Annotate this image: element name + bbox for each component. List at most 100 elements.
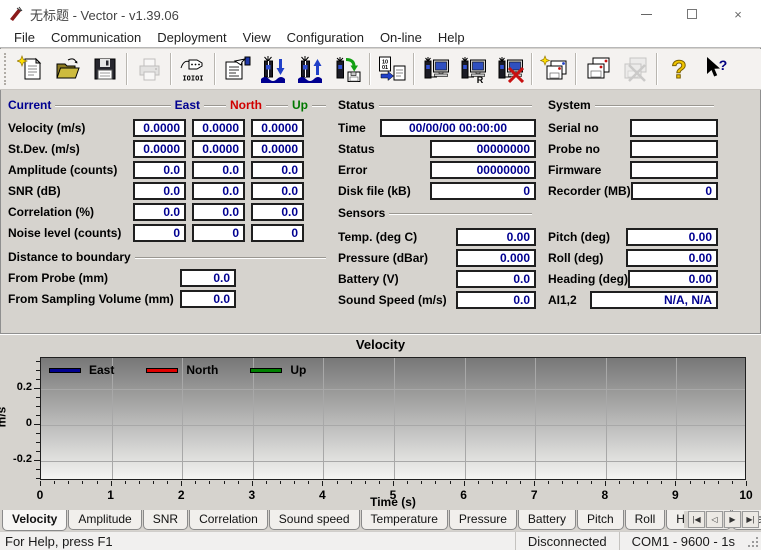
menu-item-help[interactable]: Help bbox=[430, 28, 473, 47]
sensors-header-line bbox=[389, 213, 532, 214]
toolbar-separator bbox=[575, 53, 576, 85]
velocity-m-s-value-2: 0.0000 bbox=[251, 119, 304, 137]
tab-battery[interactable]: Battery bbox=[518, 510, 576, 530]
field-value-text: 0 bbox=[291, 226, 298, 240]
tab-pressure[interactable]: Pressure bbox=[449, 510, 517, 530]
toolbar-erase-recorder-button[interactable] bbox=[535, 51, 572, 87]
resize-grip[interactable] bbox=[747, 532, 761, 550]
toolbar-print-button bbox=[130, 51, 167, 87]
menu-item-on-line[interactable]: On-line bbox=[372, 28, 430, 47]
tab-temperature[interactable]: Temperature bbox=[361, 510, 448, 530]
system-rows: Serial noProbe noFirmwareRecorder (MB)0 bbox=[548, 117, 718, 201]
toolbar-connect-recorder-button[interactable] bbox=[454, 51, 491, 87]
maximize-button[interactable] bbox=[669, 0, 715, 28]
x-tick bbox=[266, 481, 267, 484]
chart-legend: EastNorthUp bbox=[49, 363, 328, 377]
menu-item-deployment[interactable]: Deployment bbox=[149, 28, 234, 47]
current-rows: Velocity (m/s)0.00000.00000.0000St.Dev. … bbox=[8, 117, 330, 243]
field-value-text: 0 bbox=[173, 226, 180, 240]
tab-velocity[interactable]: Velocity bbox=[2, 510, 67, 531]
x-axis-title: Time (s) bbox=[40, 495, 746, 509]
field-value-text: 0.00 bbox=[507, 230, 530, 244]
x-tick bbox=[534, 481, 535, 486]
open-file-icon bbox=[54, 55, 82, 83]
menu-item-file[interactable]: File bbox=[6, 28, 43, 47]
tab-sound-speed[interactable]: Sound speed bbox=[269, 510, 360, 530]
status-row: Error00000000 bbox=[338, 159, 536, 180]
toolbar-convert-binary-button[interactable] bbox=[373, 51, 410, 87]
y-tick bbox=[36, 397, 40, 398]
x-tick bbox=[351, 481, 352, 484]
correlation-value-2: 0.0 bbox=[251, 203, 304, 221]
menu-item-communication[interactable]: Communication bbox=[43, 28, 149, 47]
start-collection-icon bbox=[260, 55, 288, 83]
minimize-button[interactable] bbox=[623, 0, 669, 28]
toolbar-help-about-button[interactable] bbox=[660, 51, 697, 87]
status-header: Status bbox=[338, 98, 375, 112]
legend-label-north: North bbox=[186, 363, 218, 377]
erase-recorder-icon bbox=[540, 55, 568, 83]
toolbar-deployment-planning-button[interactable] bbox=[218, 51, 255, 87]
velocity-m-s-value-0: 0.0000 bbox=[133, 119, 186, 137]
field-value-text: 00000000 bbox=[477, 163, 530, 177]
toolbar-save-file-button[interactable] bbox=[86, 51, 123, 87]
tab-pitch[interactable]: Pitch bbox=[577, 510, 624, 530]
chart-title: Velocity bbox=[0, 337, 761, 352]
retrieve-data-disabled-icon bbox=[621, 55, 649, 83]
tab-correlation[interactable]: Correlation bbox=[189, 510, 268, 530]
snr-db-value-1: 0.0 bbox=[192, 182, 245, 200]
toolbar bbox=[0, 49, 761, 90]
attitude-row: AI1,2N/A, N/A bbox=[548, 289, 718, 310]
system-section: System Serial noProbe noFirmwareRecorder… bbox=[548, 97, 718, 201]
toolbar-stop-collection-button[interactable] bbox=[292, 51, 329, 87]
boundary-header: Distance to boundary bbox=[8, 250, 131, 264]
plot-area[interactable]: EastNorthUp bbox=[40, 357, 746, 480]
tab-scroll-last-button[interactable]: ▶| bbox=[742, 511, 759, 528]
sensor-row: Pressure (dBar)0.000 bbox=[338, 247, 536, 268]
x-tick bbox=[690, 481, 691, 484]
menu-item-configuration[interactable]: Configuration bbox=[279, 28, 372, 47]
boundary-row: From Sampling Volume (mm)0.0 bbox=[8, 288, 330, 309]
y-tick bbox=[36, 469, 40, 470]
y-tick bbox=[36, 442, 40, 443]
close-button[interactable]: × bbox=[715, 0, 761, 28]
x-tick bbox=[153, 481, 154, 484]
toolbar-start-collection-button[interactable] bbox=[255, 51, 292, 87]
pressure-dbar-label: Pressure (dBar) bbox=[338, 251, 456, 265]
x-tick bbox=[294, 481, 295, 484]
menu-item-view[interactable]: View bbox=[235, 28, 279, 47]
status-section: Status Time00/00/00 00:00:00Status000000… bbox=[338, 97, 536, 201]
tab-scroll-first-button[interactable]: |◀ bbox=[688, 511, 705, 528]
toolbar-start-recorder-deployment-button[interactable] bbox=[329, 51, 366, 87]
x-tick bbox=[280, 481, 281, 484]
tab-scroll-buttons: |◀◁▶▶| bbox=[684, 511, 759, 528]
x-tick bbox=[379, 481, 380, 484]
toolbar-serial-port-button[interactable] bbox=[174, 51, 211, 87]
sensor-row: Battery (V)0.0 bbox=[338, 268, 536, 289]
toolbar-retrieve-data-button[interactable] bbox=[579, 51, 616, 87]
toolbar-connect-button[interactable] bbox=[417, 51, 454, 87]
boundary-rows: From Probe (mm)0.0From Sampling Volume (… bbox=[8, 267, 330, 309]
com-port-settings: COM1 - 9600 - 1s bbox=[619, 532, 747, 550]
field-value-text: 0.0 bbox=[163, 205, 180, 219]
status-row: Time00/00/00 00:00:00 bbox=[338, 117, 536, 138]
system-row: Recorder (MB)0 bbox=[548, 180, 718, 201]
field-value-text: 0.0 bbox=[513, 293, 530, 307]
toolbar-disconnect-button[interactable] bbox=[491, 51, 528, 87]
toolbar-gripper[interactable] bbox=[4, 53, 9, 85]
tab-snr[interactable]: SNR bbox=[143, 510, 188, 530]
tab-scroll-next-button[interactable]: ▶ bbox=[724, 511, 741, 528]
attitude-row: Heading (deg)0.00 bbox=[548, 268, 718, 289]
tab-scroll-prev-button[interactable]: ◁ bbox=[706, 511, 723, 528]
x-tick bbox=[548, 481, 549, 484]
minimize-icon bbox=[641, 14, 652, 15]
toolbar-new-file-button[interactable] bbox=[12, 51, 49, 87]
tab-amplitude[interactable]: Amplitude bbox=[68, 510, 141, 530]
recorder-mb-value: 0 bbox=[631, 182, 718, 200]
field-value-text: 0.00 bbox=[689, 272, 712, 286]
tab-roll[interactable]: Roll bbox=[625, 510, 666, 530]
x-tick bbox=[605, 481, 606, 486]
toolbar-context-help-button[interactable] bbox=[697, 51, 734, 87]
toolbar-open-file-button[interactable] bbox=[49, 51, 86, 87]
field-value-text: 0.0 bbox=[222, 205, 239, 219]
